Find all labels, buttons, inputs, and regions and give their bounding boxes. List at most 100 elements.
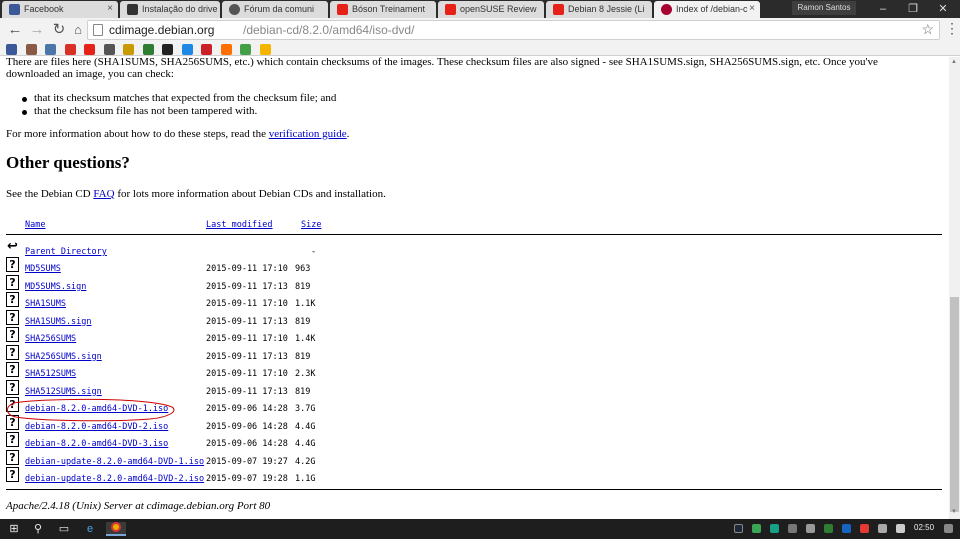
file-size: 1.1G [295, 474, 316, 484]
unknown-file-icon: ? [6, 327, 19, 342]
tab-facebook[interactable]: Facebook × [2, 1, 118, 18]
column-header-modified[interactable]: Last modified [206, 220, 273, 230]
windows-start-icon[interactable]: ⊞ [6, 522, 22, 536]
unknown-file-icon: ? [6, 344, 19, 360]
back-arrow-icon[interactable]: ← [4, 20, 26, 40]
file-modified: 2015-09-11 17:13 [206, 386, 288, 397]
parent-directory-link[interactable]: Parent Directory [25, 247, 107, 257]
file-link[interactable]: SHA512SUMS [25, 369, 76, 379]
shield-icon[interactable] [123, 44, 134, 55]
tray-app-icon[interactable] [788, 524, 797, 533]
file-link[interactable]: SHA512SUMS.sign [25, 387, 102, 397]
page-info-icon[interactable] [93, 24, 103, 36]
menu-dots-icon[interactable]: ⋮ [945, 21, 959, 35]
home-icon[interactable]: ⌂ [67, 20, 89, 40]
bullet-dot [22, 97, 27, 102]
youtube-icon [445, 4, 456, 15]
file-link[interactable]: SHA256SUMS [25, 334, 76, 344]
forward-arrow-icon[interactable]: → [26, 20, 48, 40]
scroll-up-icon[interactable]: ▲ [951, 59, 957, 65]
grid-icon[interactable] [103, 44, 115, 55]
tux-icon [229, 4, 240, 15]
file-link[interactable]: debian-update-8.2.0-amd64-DVD-1.iso [25, 457, 204, 467]
tab-index-of[interactable]: Index of /debian-c × [654, 1, 760, 18]
facebook-icon[interactable] [6, 44, 17, 55]
restore-icon[interactable]: ❐ [898, 0, 928, 18]
file-size: 4.4G [295, 421, 316, 432]
file-link[interactable]: SHA256SUMS.sign [25, 352, 102, 362]
file-size: 819 [295, 351, 311, 362]
scroll-down-icon[interactable]: ▼ [951, 509, 957, 515]
tab-label: Instalação do drive [142, 4, 218, 14]
tray-app-icon[interactable] [860, 524, 869, 533]
file-link[interactable]: SHA1SUMS.sign [25, 317, 92, 327]
tray-app-icon[interactable] [842, 524, 851, 533]
annotation-circle [7, 398, 175, 422]
gmail-icon[interactable] [64, 44, 76, 55]
file-modified: 2015-09-11 17:10 [206, 334, 288, 344]
network-icon[interactable] [878, 524, 887, 533]
tab-forum[interactable]: Fórum da comuni [222, 1, 328, 18]
notifications-icon[interactable] [944, 524, 953, 533]
circle-icon[interactable] [259, 44, 271, 55]
column-header-name[interactable]: Name [25, 220, 45, 230]
file-modified: 2015-09-06 14:28 [206, 421, 288, 432]
scroll-thumb[interactable] [950, 297, 959, 512]
divider [6, 489, 942, 490]
close-icon[interactable]: × [107, 3, 113, 14]
divider [6, 234, 942, 235]
tray-app-icon[interactable] [770, 524, 779, 533]
tab-instalacao[interactable]: Instalação do drive [120, 1, 220, 18]
minimize-icon[interactable]: – [868, 0, 898, 18]
file-link[interactable]: debian-update-8.2.0-amd64-DVD-2.iso [25, 474, 204, 484]
tab-label: openSUSE Review [460, 4, 537, 14]
file-size: 2.3K [295, 369, 316, 379]
file-link[interactable]: MD5SUMS.sign [25, 282, 86, 292]
close-icon[interactable]: × [749, 3, 755, 14]
close-window-icon[interactable]: ✕ [928, 0, 958, 18]
task-view-icon[interactable]: ▭ [56, 522, 72, 536]
tab-opensuse[interactable]: openSUSE Review [438, 1, 544, 18]
file-size: 963 [295, 264, 311, 274]
column-header-size[interactable]: Size [301, 220, 321, 230]
pinterest-icon[interactable] [201, 44, 212, 55]
search-icon[interactable]: ⚲ [30, 522, 46, 536]
verification-guide-link[interactable]: verification guide [269, 128, 347, 140]
taskbar-clock[interactable]: 02:50 [914, 523, 934, 532]
url-host: cdimage.debian.org [109, 23, 215, 37]
tab-strip: Facebook × Instalação do drive Fórum da … [0, 0, 960, 18]
faq-text: See the Debian CD FAQ for lots more info… [6, 188, 386, 200]
instagram-icon[interactable] [25, 44, 37, 55]
taskbar: ⊞ ⚲ ▭ e 02:50 [0, 519, 960, 539]
back-folder-icon: ↩ [6, 239, 19, 255]
address-bar[interactable]: cdimage.debian.org /debian-cd/8.2.0/amd6… [87, 20, 940, 40]
orange-icon[interactable] [220, 44, 232, 55]
volume-icon[interactable] [896, 524, 905, 533]
unknown-file-icon: ? [6, 309, 19, 325]
tray-app-icon[interactable] [824, 524, 833, 533]
chrome-icon[interactable] [106, 522, 126, 536]
youtube-icon[interactable] [84, 44, 95, 55]
square-icon[interactable] [142, 44, 154, 55]
vertical-scrollbar[interactable]: ▲ ▼ [949, 57, 960, 519]
faq-link[interactable]: FAQ [93, 188, 114, 200]
tab-boson[interactable]: Bóson Treinament [330, 1, 436, 18]
green-icon[interactable] [240, 44, 251, 55]
file-size: 819 [295, 316, 311, 327]
unknown-file-icon: ? [6, 449, 19, 465]
profile-button[interactable]: Ramon Santos [792, 1, 856, 15]
tray-app-icon[interactable] [806, 524, 815, 533]
tux-icon[interactable] [162, 44, 173, 55]
file-modified: 2015-09-11 17:13 [206, 281, 288, 292]
file-link[interactable]: MD5SUMS [25, 264, 61, 274]
steam-icon[interactable] [734, 524, 743, 533]
star-icon[interactable]: ☆ [921, 21, 934, 38]
edge-icon[interactable]: e [82, 522, 98, 536]
tab-debian-jessie[interactable]: Debian 8 Jessie (Li [546, 1, 652, 18]
more-info-text: For more information about how to do the… [6, 128, 350, 140]
bookmark-icon[interactable] [45, 44, 56, 55]
file-link[interactable]: debian-8.2.0-amd64-DVD-3.iso [25, 439, 168, 449]
tray-app-icon[interactable] [752, 524, 761, 533]
file-link[interactable]: SHA1SUMS [25, 299, 66, 309]
globe-icon[interactable] [181, 44, 193, 55]
